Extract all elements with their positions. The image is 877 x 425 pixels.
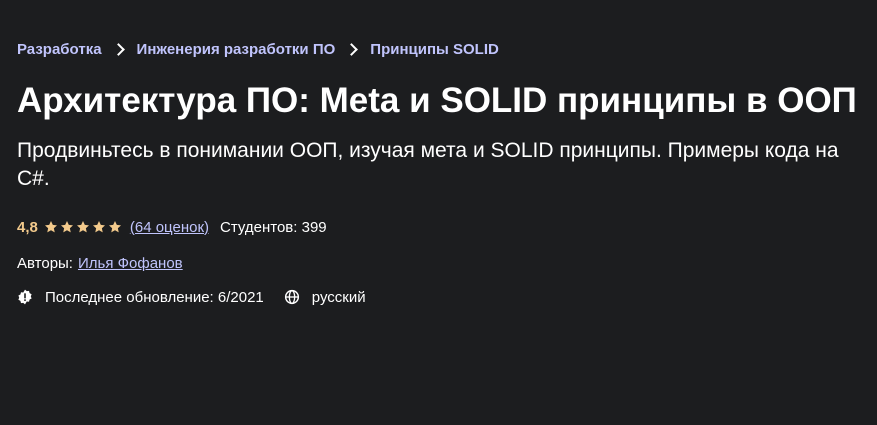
breadcrumb-item-software-engineering[interactable]: Инженерия разработки ПО bbox=[137, 41, 336, 58]
chevron-right-icon bbox=[345, 42, 359, 56]
star-icon bbox=[44, 220, 58, 234]
author-link[interactable]: Илья Фофанов bbox=[78, 255, 183, 272]
authors-row: Авторы: Илья Фофанов bbox=[17, 252, 850, 274]
students-count: Студентов: 399 bbox=[220, 218, 327, 236]
page-title: Архитектура ПО: Meta и SOLID принципы в … bbox=[17, 81, 857, 120]
breadcrumb: Разработка Инженерия разработки ПО Принц… bbox=[17, 37, 850, 61]
rating-row: 4,8 (64 оценок) Студентов: 399 bbox=[17, 216, 850, 238]
language: русский bbox=[311, 288, 366, 306]
reviews-count-link[interactable]: (64 оценок) bbox=[130, 219, 209, 236]
meta-row: Последнее обновление: 6/2021 русский bbox=[17, 286, 850, 308]
rating-value: 4,8 bbox=[17, 218, 38, 236]
globe-icon bbox=[284, 289, 300, 305]
star-rating bbox=[44, 220, 124, 234]
chevron-right-icon bbox=[111, 42, 125, 56]
star-icon bbox=[76, 220, 90, 234]
course-subtitle: Продвиньтесь в понимании ООП, изучая мет… bbox=[17, 139, 839, 190]
star-icon bbox=[108, 220, 122, 234]
alert-badge-icon bbox=[17, 289, 33, 305]
authors-label: Авторы: bbox=[17, 254, 73, 272]
star-icon bbox=[60, 220, 74, 234]
course-header: Разработка Инженерия разработки ПО Принц… bbox=[0, 0, 857, 308]
breadcrumb-item-development[interactable]: Разработка bbox=[17, 41, 102, 58]
last-updated: Последнее обновление: 6/2021 bbox=[45, 288, 264, 306]
language-block: русский bbox=[284, 289, 366, 306]
star-icon bbox=[92, 220, 106, 234]
breadcrumb-item-solid-principles[interactable]: Принципы SOLID bbox=[370, 41, 499, 58]
